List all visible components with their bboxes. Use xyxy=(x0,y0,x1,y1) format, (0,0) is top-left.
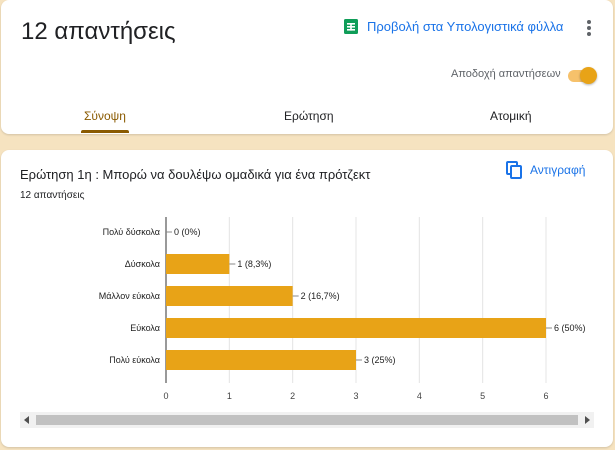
responses-bar-chart: 0 1 2 3 4 5 6 Πολύ δύσκολα 0 (0%) Δύσκολα 1 (8,3%)… xyxy=(99,217,586,401)
x-tick-label: 4 xyxy=(417,391,422,401)
x-tick-label: 1 xyxy=(227,391,232,401)
accepting-responses-toggle[interactable] xyxy=(566,66,598,84)
sheets-icon xyxy=(344,19,358,34)
x-tick-label: 3 xyxy=(353,391,358,401)
question-title: Ερώτηση 1η : Μπορώ να δουλέψω ομαδικά γι… xyxy=(20,167,371,182)
question-response-count: 12 απαντήσεις xyxy=(20,190,85,201)
x-tick-label: 6 xyxy=(543,391,548,401)
bar[interactable] xyxy=(166,318,546,338)
tab-question[interactable]: Ερώτηση xyxy=(284,109,334,123)
copy-label: Αντιγραφή xyxy=(530,163,586,177)
bar[interactable] xyxy=(166,350,356,370)
category-label: Εύκολα xyxy=(130,323,160,333)
copy-chart-button[interactable]: Αντιγραφή xyxy=(506,161,585,179)
responses-title: 12 απαντήσεις xyxy=(21,18,176,45)
scroll-right-icon xyxy=(585,416,590,424)
x-tick-label: 5 xyxy=(480,391,485,401)
category-label: Δύσκολα xyxy=(125,259,160,269)
x-tick-label: 2 xyxy=(290,391,295,401)
bar[interactable] xyxy=(166,254,230,274)
x-tick-label: 0 xyxy=(163,391,168,401)
data-label: 2 (16,7%) xyxy=(301,291,340,301)
tab-individual[interactable]: Ατομική xyxy=(490,109,532,123)
data-label: 3 (25%) xyxy=(364,355,396,365)
data-label: 1 (8,3%) xyxy=(237,259,271,269)
accepting-responses-label: Αποδοχή απαντήσεων xyxy=(451,68,561,80)
scroll-left-button[interactable] xyxy=(20,412,34,428)
view-in-sheets-label: Προβολή στα Υπολογιστικά φύλλα xyxy=(367,19,564,34)
more-vert-icon[interactable] xyxy=(584,20,594,38)
category-label: Μάλλον εύκολα xyxy=(99,291,160,301)
tab-summary[interactable]: Σύνοψη xyxy=(84,109,126,123)
responses-summary-card: 12 απαντήσεις Προβολή στα Υπολογιστικά φ… xyxy=(1,0,613,134)
bar[interactable] xyxy=(166,286,293,306)
view-in-sheets-link[interactable]: Προβολή στα Υπολογιστικά φύλλα xyxy=(344,19,563,34)
copy-icon xyxy=(506,161,522,179)
data-label: 0 (0%) xyxy=(174,227,201,237)
horizontal-scrollbar[interactable] xyxy=(20,412,594,428)
scroll-right-button[interactable] xyxy=(580,412,594,428)
active-tab-indicator xyxy=(81,130,129,133)
category-label: Πολύ εύκολα xyxy=(109,355,160,365)
category-label: Πολύ δύσκολα xyxy=(103,227,160,237)
scroll-thumb[interactable] xyxy=(36,415,578,425)
scroll-left-icon xyxy=(24,416,29,424)
data-label: 6 (50%) xyxy=(554,323,586,333)
